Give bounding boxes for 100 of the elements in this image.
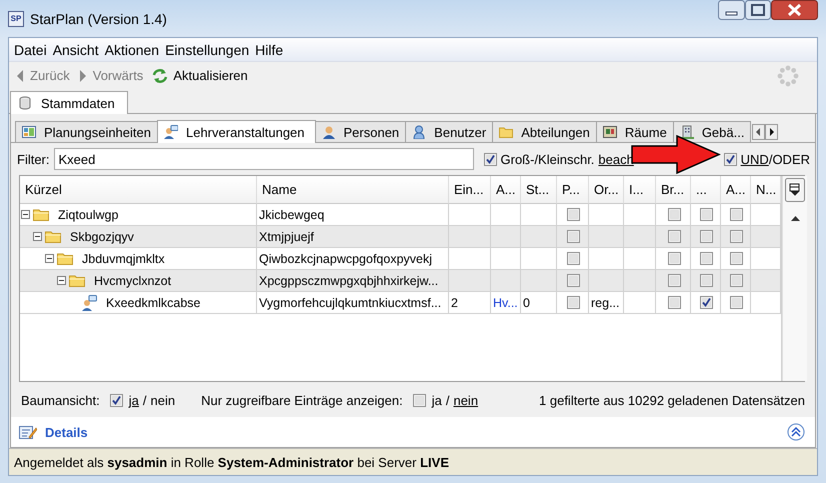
- status-text: Angemeldet als sysadmin in Rolle System-Administrator bei Server LIVE: [14, 454, 449, 470]
- expand-button[interactable]: [787, 423, 805, 441]
- tree-view-label: Baumansicht:: [21, 392, 100, 408]
- tab[interactable]: Räume: [596, 121, 674, 142]
- column-header[interactable]: P...: [557, 176, 589, 204]
- column-header[interactable]: A...: [491, 176, 521, 204]
- tree-item-label[interactable]: Jbduvmqjmkltx: [82, 252, 165, 266]
- tab[interactable]: Stammdaten: [10, 91, 128, 114]
- column-header[interactable]: N...: [751, 176, 781, 204]
- option-link[interactable]: nein: [453, 392, 478, 408]
- collapse-toggle[interactable]: [33, 232, 42, 241]
- checkbox[interactable]: [668, 274, 680, 287]
- details-title[interactable]: Details: [45, 424, 88, 440]
- tab[interactable]: Abteilungen: [492, 121, 597, 142]
- column-chooser-button[interactable]: [785, 178, 805, 202]
- tab[interactable]: Planungseinheiten: [15, 121, 158, 142]
- scroll-left-button[interactable]: [752, 124, 766, 140]
- table-icon: [22, 125, 36, 139]
- column-header[interactable]: Br...: [656, 176, 691, 204]
- table-row[interactable]: Hvcmyclxnzot Xpcgppsczmwpgxqbjhhxirkejw...: [20, 270, 781, 292]
- scroll-right-button[interactable]: [765, 124, 778, 140]
- menu-item[interactable]: Ansicht: [52, 42, 104, 58]
- column-header[interactable]: Kürzel: [20, 176, 257, 204]
- column-header[interactable]: A...: [721, 176, 751, 204]
- menu-item[interactable]: Hilfe: [254, 42, 288, 58]
- collapse-toggle[interactable]: [45, 254, 54, 263]
- separator-text: /: [444, 392, 450, 408]
- checkbox[interactable]: [700, 296, 713, 309]
- tab[interactable]: Lehrveranstaltungen: [156, 120, 316, 143]
- checkbox[interactable]: [567, 208, 580, 221]
- case-sensitive-label: Groß-/Kleinschr.: [500, 152, 594, 166]
- checkbox[interactable]: [567, 274, 580, 287]
- option-link[interactable]: ja: [128, 392, 139, 408]
- forward-arrow-icon: [78, 68, 88, 82]
- app-logo: SP: [8, 10, 24, 26]
- checkbox[interactable]: [700, 252, 713, 265]
- checkbox[interactable]: [668, 230, 680, 243]
- checkbox[interactable]: [567, 252, 580, 265]
- table-cell: Vygmorfehcujlqkumtnkiucxtmsf...: [257, 292, 449, 314]
- column-header[interactable]: Ein...: [449, 176, 491, 204]
- record-count: 1 gefilterte aus 10292 geladenen Datensätzen: [539, 392, 805, 408]
- checkbox[interactable]: [730, 208, 743, 221]
- table-cell: Hv...: [491, 292, 521, 314]
- menu-item[interactable]: Aktionen: [104, 42, 164, 58]
- checkbox[interactable]: [668, 208, 680, 221]
- checkbox[interactable]: [730, 230, 743, 243]
- column-header[interactable]: ...: [691, 176, 721, 204]
- checkbox[interactable]: [668, 252, 680, 265]
- collapse-toggle[interactable]: [57, 276, 66, 285]
- tab[interactable]: Gebä...: [672, 121, 752, 142]
- tab[interactable]: Benutzer: [405, 121, 494, 142]
- table-row[interactable]: Jbduvmqjmkltx Qiwbozkcjnapwcpgofqoxpyvekj: [20, 248, 781, 270]
- menu-item[interactable]: Datei: [13, 42, 52, 58]
- checkbox[interactable]: [110, 394, 123, 406]
- collapse-toggle[interactable]: [21, 210, 30, 219]
- option-link[interactable]: UND: [740, 152, 769, 166]
- tab[interactable]: Personen: [314, 121, 406, 142]
- checkbox[interactable]: [724, 152, 737, 166]
- person-speech-icon: [81, 294, 97, 310]
- filter-label: Filter:: [17, 152, 50, 166]
- option-link[interactable]: ja: [432, 392, 442, 408]
- minimize-button[interactable]: [718, 0, 745, 20]
- table-row[interactable]: Skbgozjqyv Xtmjpjuejf: [20, 226, 781, 248]
- tree-item-label[interactable]: Kxeedkmlkcabse: [106, 296, 200, 310]
- user-icon: [412, 125, 426, 139]
- tree-item-label[interactable]: Ziqtoulwgp: [58, 208, 118, 222]
- checkbox[interactable]: [700, 208, 713, 221]
- column-header[interactable]: I...: [624, 176, 656, 204]
- checkbox[interactable]: [412, 394, 426, 406]
- person-speech-icon: [164, 125, 178, 139]
- column-header[interactable]: St...: [521, 176, 557, 204]
- checkbox[interactable]: [700, 274, 713, 287]
- folder-icon: [33, 208, 49, 221]
- checkbox[interactable]: [730, 274, 743, 287]
- filter-field[interactable]: Kxeed: [54, 148, 474, 170]
- toolbar-button[interactable]: Aktualisieren: [151, 68, 248, 84]
- table-row[interactable]: Ziqtoulwgp Jkicbewgeq: [20, 204, 781, 226]
- edit-details-icon: [19, 424, 37, 440]
- checkbox[interactable]: [730, 296, 743, 309]
- tree-item-label[interactable]: Hvcmyclxnzot: [94, 274, 172, 288]
- checkbox[interactable]: [700, 230, 713, 243]
- menu-item[interactable]: Einstellungen: [164, 42, 254, 58]
- room-plan-icon: [602, 125, 617, 139]
- checkbox[interactable]: [567, 230, 580, 243]
- tree-item-label[interactable]: Skbgozjqyv: [70, 230, 134, 244]
- checkbox[interactable]: [484, 152, 496, 166]
- column-header[interactable]: Name: [257, 176, 449, 204]
- option-link[interactable]: nein: [150, 392, 176, 408]
- option-link[interactable]: ODER: [772, 152, 810, 166]
- close-button[interactable]: [771, 0, 818, 20]
- accessible-only-label: Nur zugreifbare Einträge anzeigen:: [201, 392, 403, 408]
- maximize-button[interactable]: [745, 0, 771, 20]
- table-cell: 0: [521, 292, 557, 314]
- table-row[interactable]: Kxeedkmlkcabse Vygmorfehcujlqkumtnkiucxtmsf... 2 Hv... 0 reg...: [20, 292, 781, 314]
- folder-icon: [69, 274, 85, 287]
- column-header[interactable]: Or...: [589, 176, 624, 204]
- checkbox[interactable]: [567, 296, 580, 309]
- scroll-up-icon[interactable]: [790, 216, 800, 221]
- checkbox[interactable]: [730, 252, 743, 265]
- checkbox[interactable]: [668, 296, 680, 309]
